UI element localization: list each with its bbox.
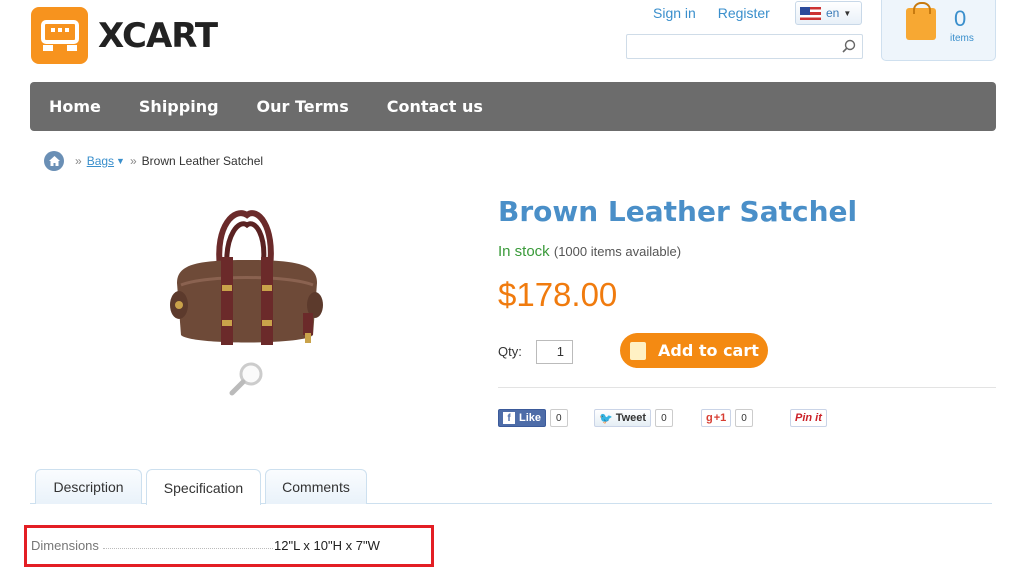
- product-title: Brown Leather Satchel: [498, 195, 858, 228]
- home-icon[interactable]: [44, 151, 64, 171]
- chevron-down-icon[interactable]: ▼: [116, 156, 125, 166]
- pin-it-button[interactable]: Pin it: [790, 409, 827, 427]
- language-selector[interactable]: en ▼: [795, 1, 862, 25]
- nav-item-our-terms[interactable]: Our Terms: [257, 97, 349, 116]
- specification-row: Dimensions 12"L x 10"H x 7"W: [24, 525, 434, 567]
- stock-status: In stock (1000 items available): [498, 243, 681, 260]
- chevron-down-icon: ▼: [843, 8, 852, 18]
- gplus-icon: g: [706, 412, 713, 424]
- breadcrumb: » Bags ▼ » Brown Leather Satchel: [44, 151, 263, 171]
- availability-text: (1000 items available): [553, 244, 682, 259]
- search-input[interactable]: [626, 34, 863, 59]
- add-to-cart-label: Add to cart: [658, 341, 759, 360]
- spec-label-dimensions: Dimensions: [31, 538, 99, 553]
- stock-label: In stock: [498, 243, 550, 260]
- tweet-label: Tweet: [615, 412, 647, 424]
- pinterest-pin[interactable]: Pin it: [790, 408, 827, 428]
- nav-item-contact-us[interactable]: Contact us: [387, 97, 483, 116]
- cart-items-label: items: [950, 33, 974, 44]
- facebook-like[interactable]: f Like 0: [498, 408, 568, 428]
- tweet-button[interactable]: 🐦 Tweet: [594, 409, 652, 427]
- google-plus-one[interactable]: g +1 0: [701, 408, 753, 428]
- breadcrumb-separator: »: [75, 154, 82, 168]
- like-count: 0: [550, 409, 568, 427]
- nav-item-home[interactable]: Home: [49, 97, 101, 116]
- gplus-button[interactable]: g +1: [701, 409, 732, 427]
- spec-dots-leader: [103, 548, 273, 549]
- tab-specification[interactable]: Specification: [146, 469, 261, 505]
- facebook-like-button[interactable]: f Like: [498, 409, 547, 427]
- gplus-label: +1: [713, 412, 727, 424]
- quantity-input[interactable]: 1: [536, 340, 573, 364]
- spec-value-dimensions: 12"L x 10"H x 7"W: [274, 538, 380, 553]
- twitter-bird-icon: 🐦: [599, 412, 613, 425]
- us-flag-icon: [800, 6, 821, 20]
- product-price: $178.00: [498, 276, 618, 313]
- like-label: Like: [519, 412, 542, 424]
- facebook-icon: f: [503, 412, 515, 424]
- logo-text: XCART: [98, 15, 218, 56]
- auth-links: Sign in Register: [653, 5, 788, 21]
- register-link[interactable]: Register: [718, 5, 770, 21]
- qty-label: Qty:: [498, 344, 522, 359]
- site-logo[interactable]: XCART: [31, 7, 218, 64]
- zoom-icon[interactable]: [228, 360, 268, 396]
- mini-cart[interactable]: 0 items: [881, 0, 996, 61]
- cart-count: 0: [954, 6, 967, 31]
- cart-logo-icon: [31, 7, 88, 64]
- nav-item-shipping[interactable]: Shipping: [139, 97, 219, 116]
- language-label: en: [826, 6, 840, 20]
- tab-description[interactable]: Description: [35, 469, 142, 504]
- search-icon[interactable]: [842, 39, 856, 56]
- shopping-bag-icon: [630, 341, 646, 360]
- tab-comments[interactable]: Comments: [265, 469, 367, 504]
- twitter-tweet[interactable]: 🐦 Tweet 0: [594, 408, 673, 428]
- product-image[interactable]: [165, 205, 330, 355]
- sign-in-link[interactable]: Sign in: [653, 5, 696, 21]
- tweet-count: 0: [655, 409, 673, 427]
- add-to-cart-button[interactable]: Add to cart: [620, 333, 768, 368]
- divider: [498, 387, 996, 388]
- breadcrumb-bags-link[interactable]: Bags: [87, 154, 114, 168]
- gplus-count: 0: [735, 409, 753, 427]
- shopping-bag-icon: [906, 2, 936, 40]
- breadcrumb-current: Brown Leather Satchel: [141, 154, 264, 168]
- main-nav: Home Shipping Our Terms Contact us: [30, 82, 996, 131]
- breadcrumb-separator: »: [129, 154, 137, 168]
